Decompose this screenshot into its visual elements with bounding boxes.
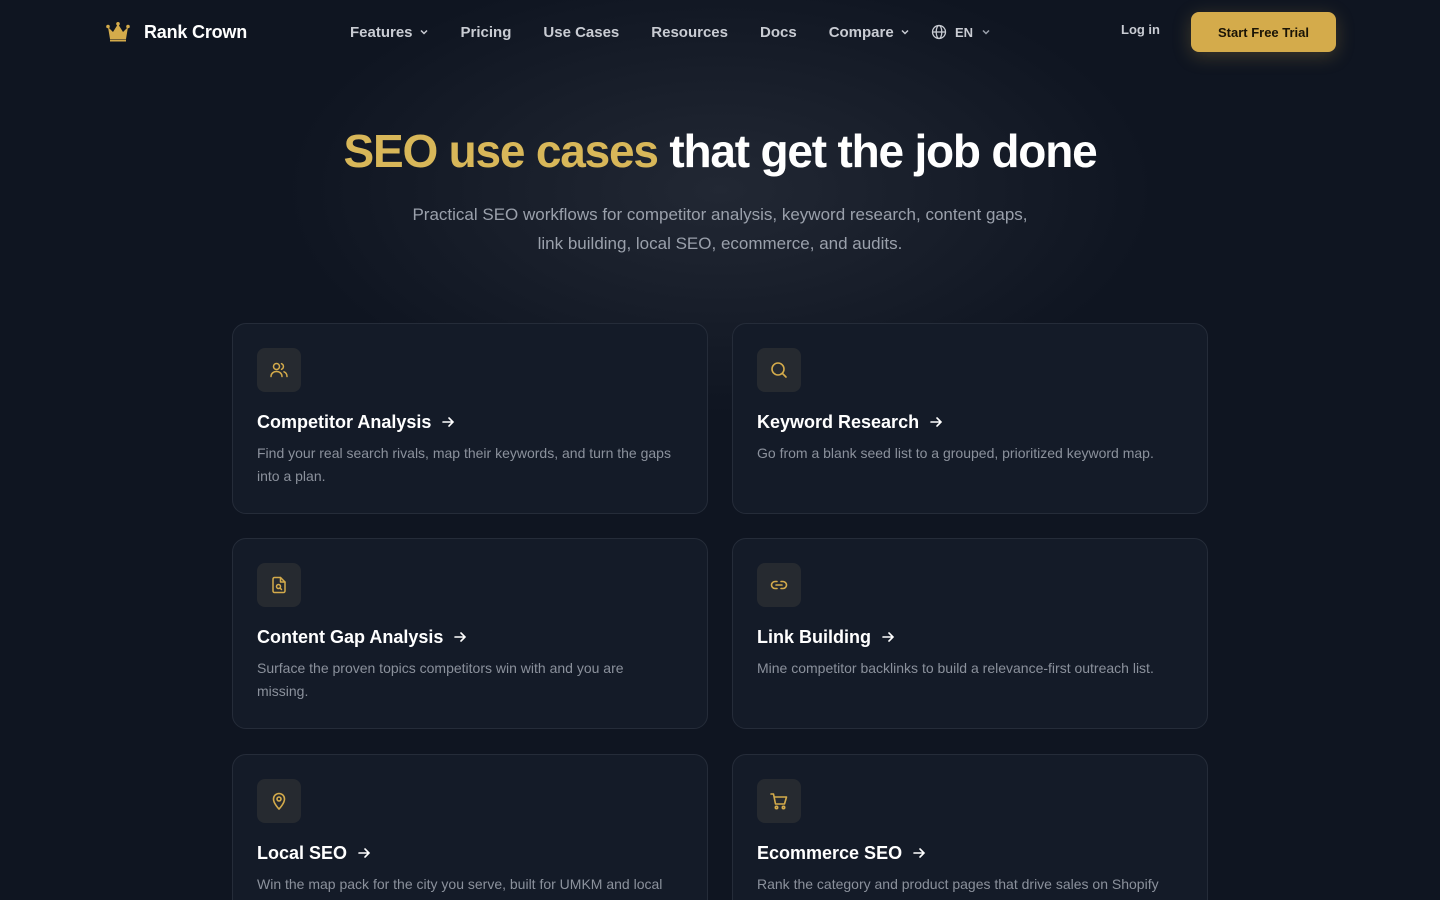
map-pin-icon xyxy=(272,792,286,810)
card-title: Competitor Analysis xyxy=(257,410,683,434)
nav-docs[interactable]: Docs xyxy=(760,24,797,41)
start-free-trial-button[interactable]: Start Free Trial xyxy=(1191,12,1336,52)
users-icon xyxy=(270,362,288,378)
language-label: EN xyxy=(955,24,974,40)
card-link-building[interactable]: Link Building Mine competitor backlinks … xyxy=(732,538,1208,729)
card-title: Link Building xyxy=(757,625,1183,649)
card-competitor-analysis[interactable]: Competitor Analysis Find your real searc… xyxy=(232,323,708,514)
nav-use-cases[interactable]: Use Cases xyxy=(543,24,619,41)
chevron-down-icon xyxy=(901,29,909,35)
page-subtitle: Practical SEO workflows for competitor a… xyxy=(412,205,1028,253)
card-description: Win the map pack for the city you serve,… xyxy=(257,876,663,892)
card-icon-wrap xyxy=(757,779,801,823)
card-icon-wrap xyxy=(757,348,801,392)
card-description: Find your real search rivals, map their … xyxy=(257,445,671,484)
card-icon-wrap xyxy=(257,563,301,607)
brand-logo[interactable]: Rank Crown xyxy=(106,20,247,44)
nav-compare-label: Compare xyxy=(828,23,894,41)
card-title-text: Content Gap Analysis xyxy=(257,626,444,647)
card-title: Content Gap Analysis xyxy=(257,625,683,649)
card-icon-wrap xyxy=(257,779,301,823)
nav-resources-label: Resources xyxy=(651,23,728,41)
card-keyword-research[interactable]: Keyword Research Go from a blank seed li… xyxy=(732,323,1208,514)
arrow-right-icon xyxy=(358,848,371,858)
link-icon xyxy=(770,580,788,590)
login-link[interactable]: Log in xyxy=(1121,22,1160,37)
nav-pricing-label: Pricing xyxy=(460,23,512,41)
nav-features[interactable]: Features xyxy=(350,24,429,41)
top-nav: Rank Crown Features Pricing Use Cases Re… xyxy=(0,0,1440,64)
arrow-right-icon xyxy=(882,632,895,642)
card-title-text: Local SEO xyxy=(257,842,348,863)
page-title: SEO use cases that get the job done xyxy=(0,124,1440,178)
language-selector[interactable]: EN xyxy=(931,22,991,42)
brand-name: Rank Crown xyxy=(144,21,248,42)
card-description: Surface the proven topics competitors wi… xyxy=(257,660,624,699)
crown-icon xyxy=(106,22,130,42)
page-title-highlight: SEO use cases xyxy=(343,125,659,177)
arrow-right-icon xyxy=(913,848,926,858)
chevron-down-icon xyxy=(982,29,990,35)
search-icon xyxy=(771,362,787,378)
chevron-down-icon xyxy=(420,29,428,35)
card-title: Local SEO xyxy=(257,841,683,865)
card-local-seo[interactable]: Local SEO Win the map pack for the city … xyxy=(232,754,708,900)
card-title: Keyword Research xyxy=(757,410,1183,434)
nav-pricing[interactable]: Pricing xyxy=(461,24,512,41)
card-content-gap-analysis[interactable]: Content Gap Analysis Surface the proven … xyxy=(232,538,708,729)
card-icon-wrap xyxy=(257,348,301,392)
nav-resources[interactable]: Resources xyxy=(651,24,728,41)
globe-icon xyxy=(931,24,947,40)
card-title-text: Keyword Research xyxy=(757,411,920,432)
card-ecommerce-seo[interactable]: Ecommerce SEO Rank the category and prod… xyxy=(732,754,1208,900)
page-title-rest: that get the job done xyxy=(669,125,1097,177)
nav-docs-label: Docs xyxy=(760,23,797,41)
card-title-text: Link Building xyxy=(757,626,871,647)
nav-compare[interactable]: Compare xyxy=(829,24,910,41)
card-description: Rank the category and product pages that… xyxy=(757,876,1159,892)
nav-features-label: Features xyxy=(350,23,413,41)
file-search-icon xyxy=(272,576,286,594)
card-description: Go from a blank seed list to a grouped, … xyxy=(757,445,1154,461)
nav-links: Features Pricing Use Cases Resources Doc… xyxy=(350,20,942,44)
arrow-right-icon xyxy=(442,417,455,427)
card-icon-wrap xyxy=(757,563,801,607)
nav-use-cases-label: Use Cases xyxy=(543,23,620,41)
card-title: Ecommerce SEO xyxy=(757,841,1183,865)
arrow-right-icon xyxy=(930,417,943,427)
cart-icon xyxy=(770,793,788,810)
card-title-text: Ecommerce SEO xyxy=(757,842,903,863)
arrow-right-icon xyxy=(454,632,467,642)
card-title-text: Competitor Analysis xyxy=(257,411,432,432)
card-description: Mine competitor backlinks to build a rel… xyxy=(757,660,1154,676)
